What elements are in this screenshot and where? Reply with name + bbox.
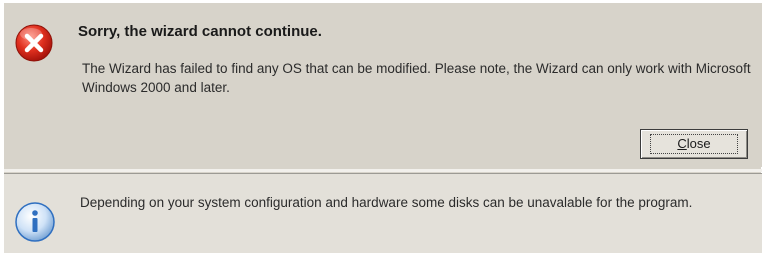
error-panel: Sorry, the wizard cannot continue. The W… <box>4 3 762 167</box>
info-message: Depending on your system configuration a… <box>80 195 693 210</box>
close-button[interactable]: Close <box>640 129 748 159</box>
wizard-dialog: Sorry, the wizard cannot continue. The W… <box>3 2 762 253</box>
error-title: Sorry, the wizard cannot continue. <box>78 23 322 40</box>
error-message: The Wizard has failed to find any OS tha… <box>82 61 751 95</box>
close-mnemonic: C <box>677 136 687 151</box>
close-label-rest: lose <box>686 136 711 151</box>
close-button-label: Close <box>650 134 738 154</box>
info-panel <box>4 173 762 253</box>
panel-separator <box>4 169 762 172</box>
error-icon <box>15 24 53 62</box>
info-icon <box>15 202 55 242</box>
